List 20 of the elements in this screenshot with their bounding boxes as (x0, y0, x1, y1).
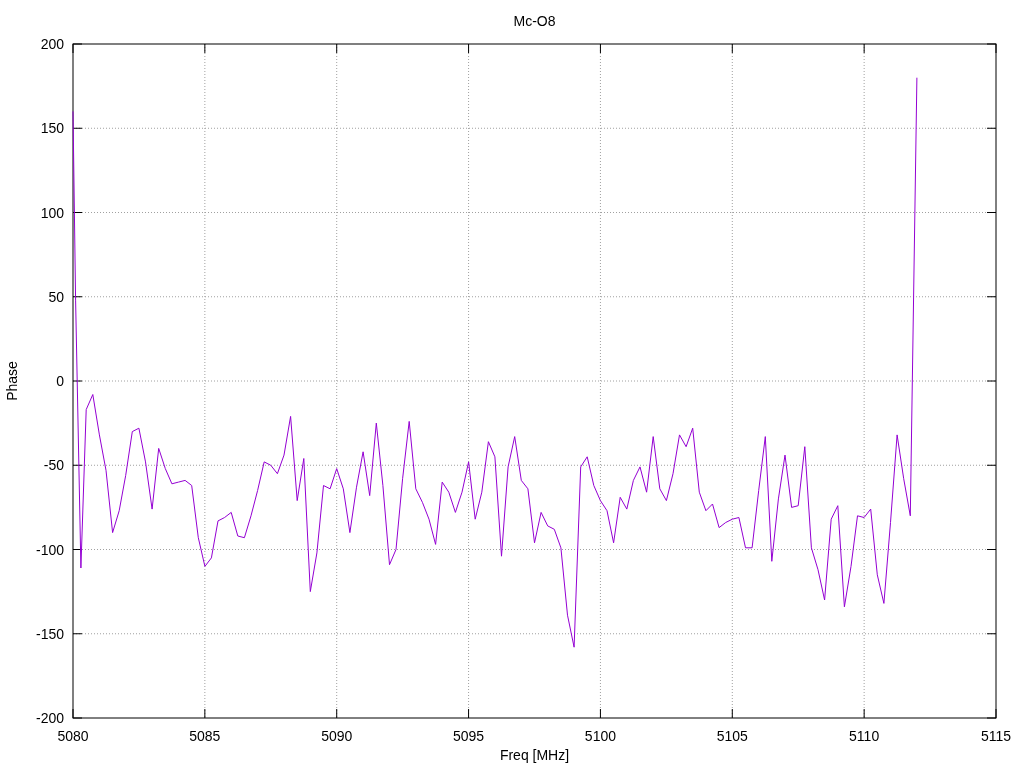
tick-label: 100 (40, 204, 64, 221)
tick-label: 200 (40, 36, 64, 52)
chart-title: Mc-O8 (513, 13, 556, 29)
tick-label: 50 (48, 288, 64, 305)
tick-label: 5115 (980, 728, 1012, 744)
x-axis-label: Freq [MHz] (499, 747, 570, 763)
tick-label: 5100 (584, 728, 616, 744)
tick-label: -50 (43, 457, 64, 474)
tick-label: -150 (35, 625, 64, 642)
tick-label: 5080 (57, 728, 89, 744)
tick-label: 150 (40, 120, 64, 137)
tick-label: 5110 (849, 728, 880, 744)
tick-label: 5095 (453, 728, 485, 744)
y-axis-label: Phase (4, 361, 20, 401)
tick-label: -100 (35, 541, 64, 558)
tick-label: 5085 (189, 728, 221, 744)
tick-label: 5105 (716, 728, 748, 744)
tick-label: 5090 (321, 728, 353, 744)
tick-label: -200 (35, 710, 64, 726)
tick-label: 0 (56, 373, 64, 389)
